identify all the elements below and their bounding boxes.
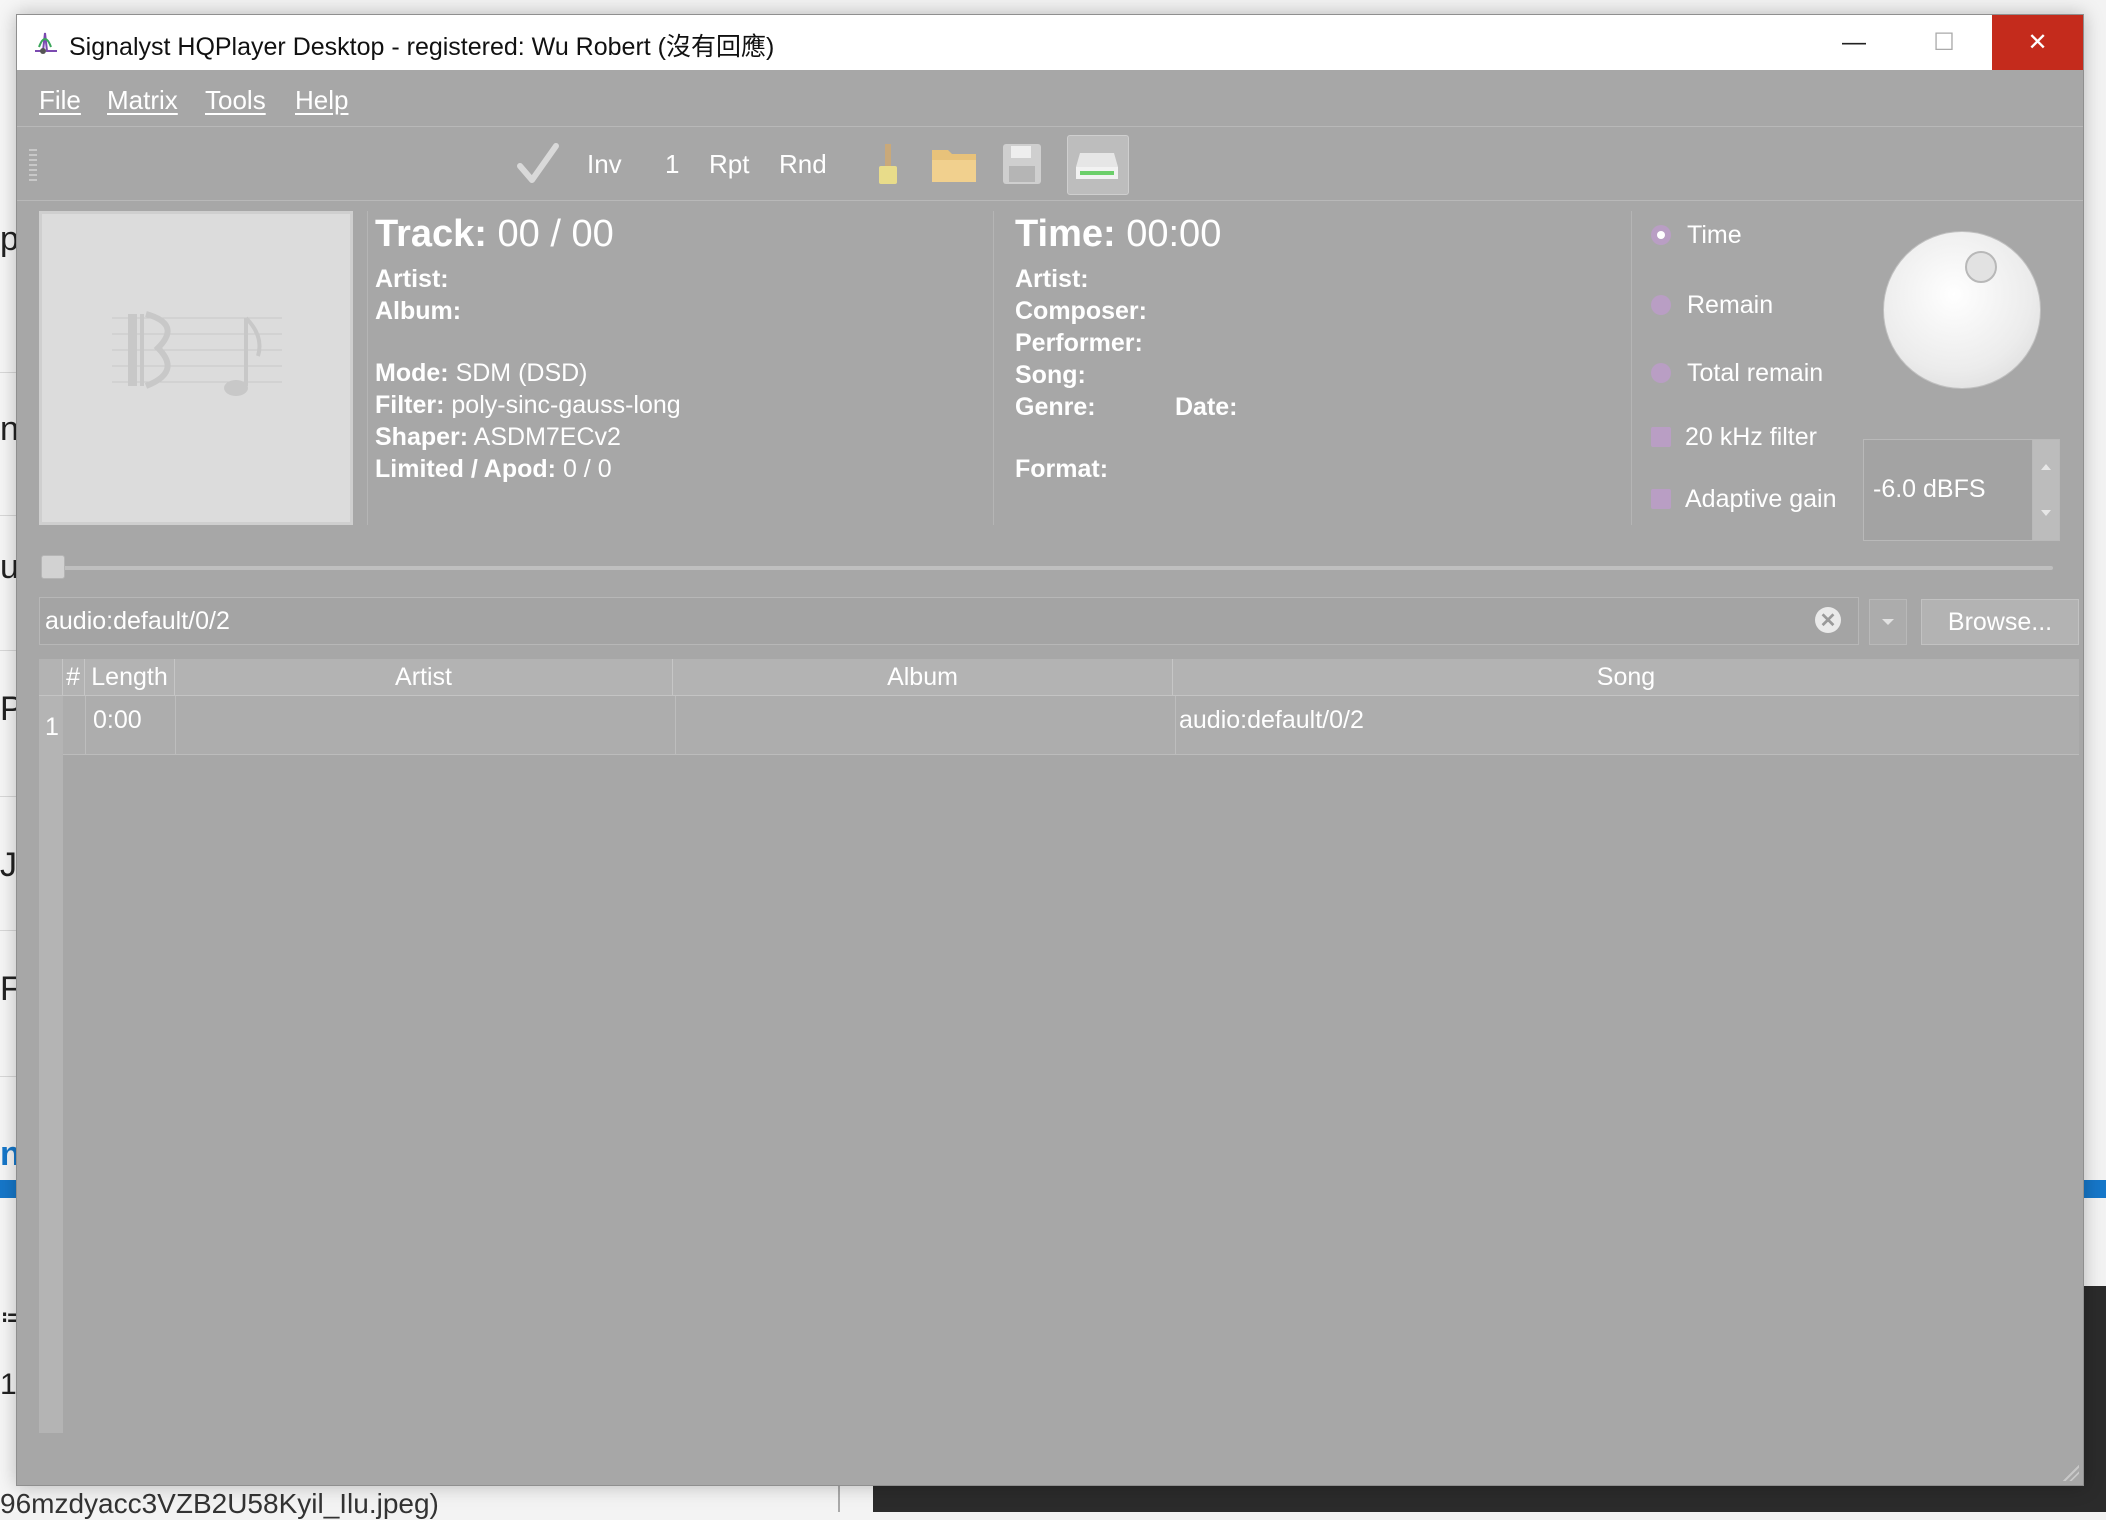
header-artist[interactable]: Artist [175,659,673,695]
volume-knob-indicator [1965,251,1997,283]
folder-icon[interactable] [929,139,979,189]
header-song[interactable]: Song [1173,659,2079,695]
spin-down-icon [2041,510,2051,516]
time-label: Time: [1015,213,1116,255]
limited-apod-value: 0 / 0 [562,455,612,483]
time-display: Time: 00:00 [1015,213,1221,256]
track-number: Track: 00 / 00 [375,213,614,256]
title-bar[interactable]: Signalyst HQPlayer Desktop - registered:… [17,15,2083,70]
single-button[interactable]: 1 [665,149,679,180]
menu-bar: File Matrix Tools Help [17,70,2083,127]
remain-radio[interactable] [1651,295,1671,315]
random-button[interactable]: Rnd [779,149,827,180]
toolbar: Inv 1 Rpt Rnd [17,127,2083,201]
cell-song: audio:default/0/2 [1179,706,1364,734]
hqplayer-window: Signalyst HQPlayer Desktop - registered:… [16,14,2084,1486]
track-artist-label: Artist: [375,265,449,293]
composer-label: Composer: [1015,297,1147,325]
gain-spin-buttons[interactable] [2032,439,2060,541]
time-radio-label[interactable]: Time [1687,221,1742,250]
song-label: Song: [1015,361,1086,389]
filter-20khz-checkbox[interactable] [1651,427,1671,447]
track-album-label: Album: [375,297,462,325]
column-divider [1175,696,1176,754]
source-path-text: audio:default/0/2 [45,607,230,635]
table-row[interactable]: 0:00 audio:default/0/2 [63,696,2079,755]
time-value: 00:00 [1126,213,1222,255]
close-button[interactable]: ✕ [1992,15,2083,70]
menu-help[interactable]: Help [295,85,348,116]
column-divider [675,696,676,754]
gain-value: -6.0 dBFS [1873,475,1986,503]
clear-icon[interactable]: ✕ [1815,607,1841,633]
drive-icon [1072,140,1122,190]
volume-knob[interactable] [1883,231,2041,389]
menu-file[interactable]: File [39,85,81,116]
time-artist-label: Artist: [1015,265,1089,293]
browse-button[interactable]: Browse... [1921,599,2079,645]
header-length[interactable]: Length [85,659,175,695]
spin-up-icon [2041,464,2051,470]
brush-icon[interactable] [863,139,913,189]
playlist-table: # Length Artist Album Song 1 0:00 audio:… [39,659,2079,1433]
table-header: # Length Artist Album Song [39,659,2079,696]
maximize-button[interactable]: ☐ [1899,15,1989,70]
background-filename-text: 96mzdyacc3VZB2U58Kyil_Ilu.jpeg) [0,1488,439,1519]
adaptive-gain-label[interactable]: Adaptive gain [1685,485,1837,514]
chevron-down-icon [1882,619,1894,625]
album-cover [39,211,353,525]
seek-slider-track[interactable] [63,566,2053,570]
drive-button[interactable] [1067,135,1129,195]
column-divider [85,696,86,754]
source-path-input[interactable] [39,597,1859,645]
mode-info: Mode: SDM (DSD) [375,359,588,387]
time-radio[interactable] [1651,225,1671,245]
header-album[interactable]: Album [673,659,1173,695]
track-label: Track: [375,213,487,255]
format-label: Format: [1015,455,1109,483]
panel-divider [993,211,994,525]
menu-tools[interactable]: Tools [205,85,266,116]
window-title: Signalyst HQPlayer Desktop - registered:… [69,33,775,61]
resize-grip[interactable] [2063,1465,2079,1481]
date-label: Date: [1175,393,1238,421]
app-icon [31,27,61,57]
repeat-button[interactable]: Rpt [709,149,749,180]
check-icon[interactable] [513,139,563,189]
seek-slider-handle[interactable] [41,555,65,579]
row-number[interactable]: 1 [45,713,59,742]
music-notation-icon [112,311,282,396]
row-header-gutter [39,696,63,1433]
column-divider [175,696,176,754]
total-remain-radio[interactable] [1651,363,1671,383]
adaptive-gain-checkbox[interactable] [1651,489,1671,509]
remain-radio-label[interactable]: Remain [1687,291,1773,320]
panel-divider [1631,211,1632,525]
track-value: 00 / 00 [497,213,614,255]
mode-value: SDM (DSD) [455,359,588,387]
filter-info: Filter: poly-sinc-gauss-long [375,391,681,419]
header-gutter [39,659,63,695]
performer-label: Performer: [1015,329,1143,357]
invert-button[interactable]: Inv [587,149,622,180]
minimize-button[interactable]: — [1809,15,1899,70]
menu-matrix[interactable]: Matrix [107,85,178,116]
filter-value: poly-sinc-gauss-long [451,391,681,419]
cell-length: 0:00 [93,706,142,734]
toolbar-grip[interactable] [29,149,37,183]
header-number[interactable]: # [63,659,85,695]
limited-apod-info: Limited / Apod: 0 / 0 [375,455,612,483]
shaper-value: ASDM7ECv2 [473,423,621,451]
filter-20khz-label[interactable]: 20 kHz filter [1685,423,1817,452]
shaper-info: Shaper: ASDM7ECv2 [375,423,621,451]
genre-label: Genre: [1015,393,1096,421]
source-dropdown-button[interactable] [1869,599,1907,645]
panel-divider [367,211,368,525]
total-remain-radio-label[interactable]: Total remain [1687,359,1823,388]
save-icon[interactable] [997,139,1047,189]
